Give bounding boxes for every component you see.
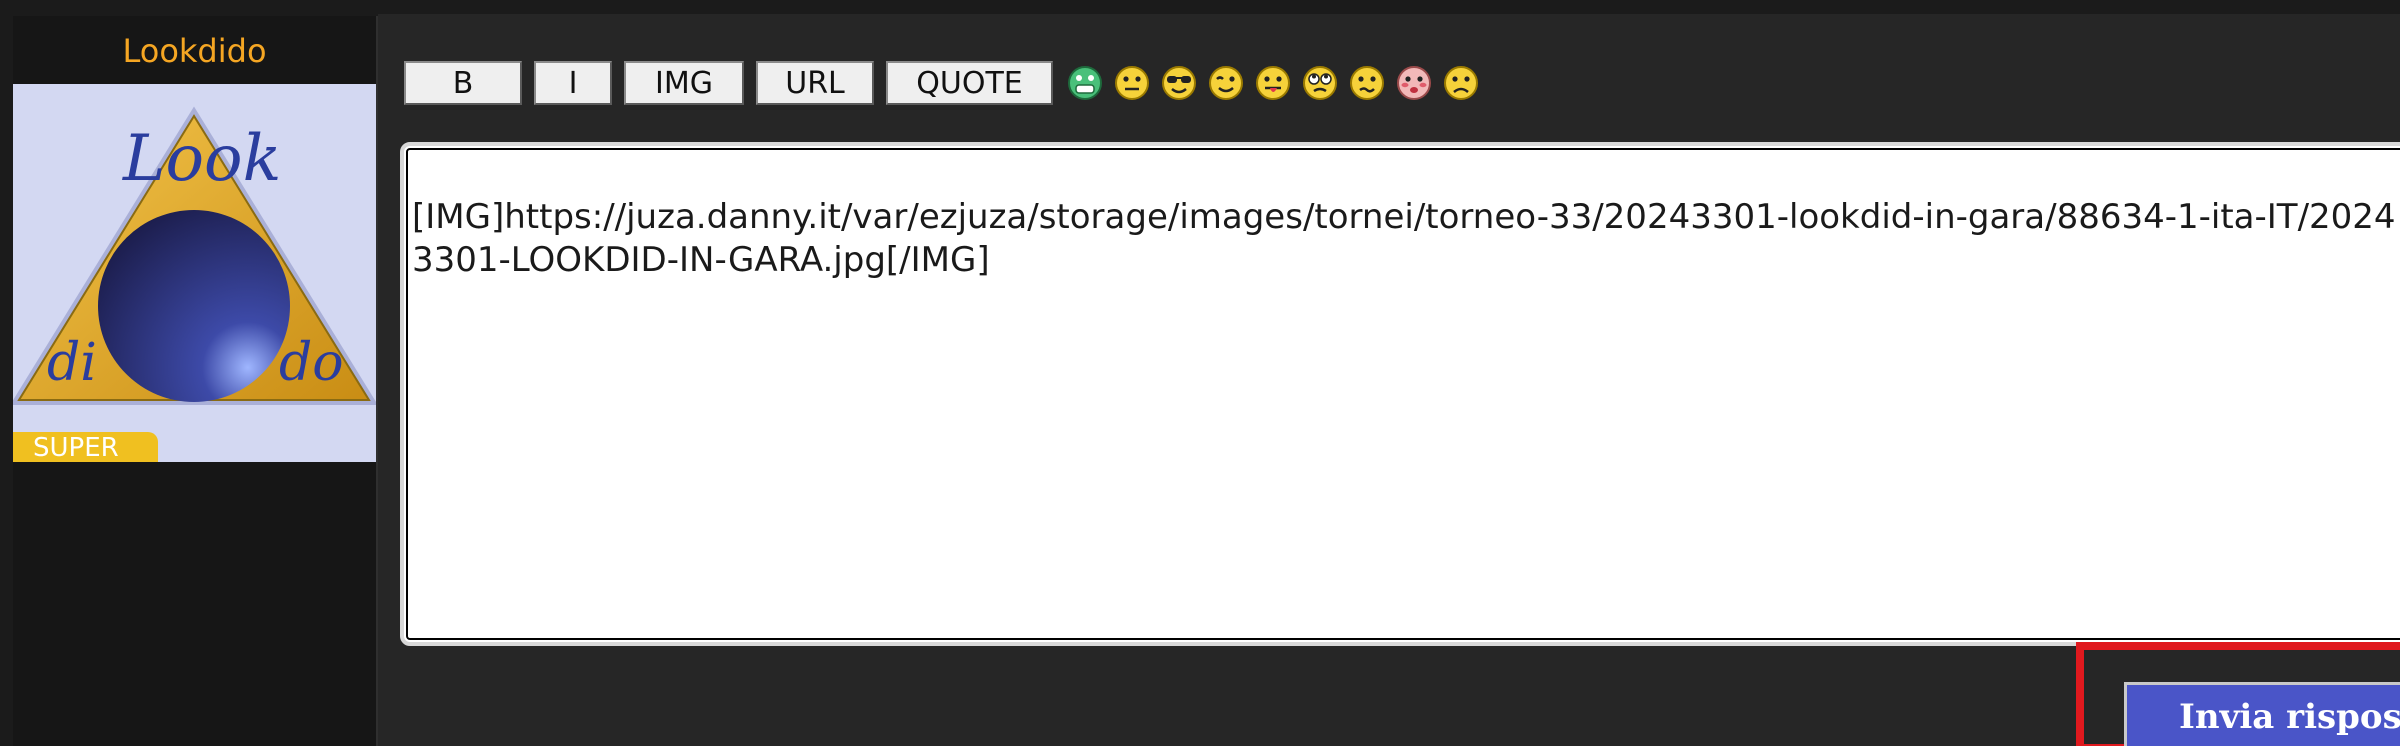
- user-panel: Lookdido Look di do SUPER: [13, 16, 378, 746]
- format-toolbar: B I IMG URL QUOTE: [404, 60, 1490, 106]
- sad-icon[interactable]: [1443, 65, 1479, 101]
- eye-roll-icon[interactable]: [1302, 65, 1338, 101]
- avatar[interactable]: Look di do: [13, 84, 376, 462]
- avatar-text-left: di: [47, 333, 97, 393]
- cool-sunglasses-icon[interactable]: [1161, 65, 1197, 101]
- avatar-text-top: Look: [122, 122, 281, 196]
- url-button[interactable]: URL: [756, 61, 874, 105]
- grin-icon[interactable]: [1067, 65, 1103, 101]
- confused-icon[interactable]: [1349, 65, 1385, 101]
- neutral-face-icon[interactable]: [1114, 65, 1150, 101]
- message-textarea[interactable]: [IMG]https://juza.danny.it/var/ezjuza/st…: [400, 142, 2400, 646]
- wink-icon[interactable]: [1208, 65, 1244, 101]
- avatar-text-right: do: [279, 333, 344, 393]
- username[interactable]: Lookdido: [13, 16, 376, 82]
- user-rank-badge: SUPER: [13, 432, 158, 463]
- italic-button[interactable]: I: [534, 61, 612, 105]
- img-button[interactable]: IMG: [624, 61, 744, 105]
- content-top-divider: [378, 0, 2400, 14]
- reply-form: B I IMG URL QUOTE [IMG]https://juza.dann…: [378, 0, 2400, 746]
- smiley-bar: [1067, 65, 1490, 101]
- quote-button[interactable]: QUOTE: [886, 61, 1053, 105]
- submit-reply-button[interactable]: Invia risposta: [2124, 682, 2400, 746]
- tongue-out-icon[interactable]: [1255, 65, 1291, 101]
- bold-button[interactable]: B: [404, 61, 522, 105]
- blush-icon[interactable]: [1396, 65, 1432, 101]
